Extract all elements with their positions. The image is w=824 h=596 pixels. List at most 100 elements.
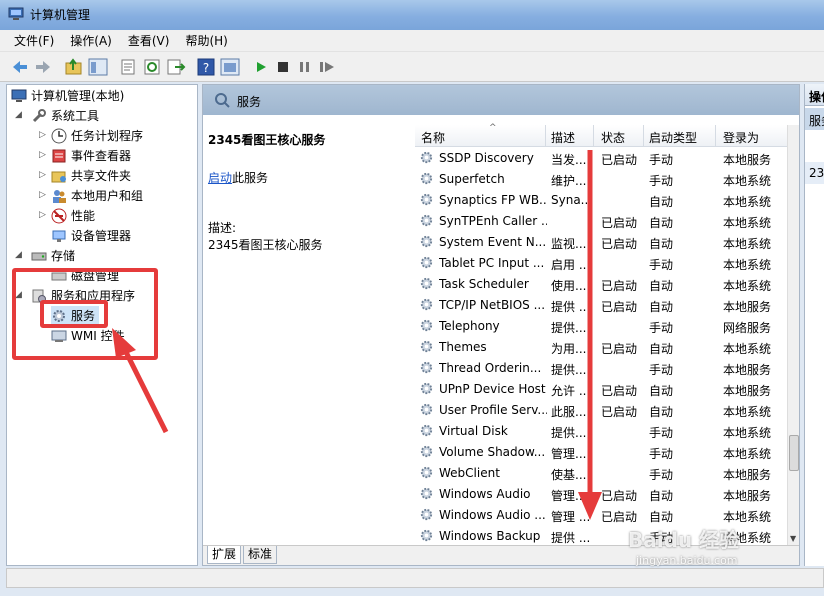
table-row[interactable]: WebClient 使基... 手动 本地服务 [415,463,787,484]
service-name: TCP/IP NetBIOS ... [439,298,546,312]
table-row[interactable]: Windows Audio ... 管理 ... 已启动 自动 本地系统 [415,505,787,526]
table-row[interactable]: TCP/IP NetBIOS ... 提供 ... 已启动 自动 本地服务 [415,295,787,316]
expand-arrow-icon[interactable]: ▷ [39,130,49,140]
menu-file[interactable]: 文件(F) [14,32,54,49]
service-status: 已启动 [601,489,638,503]
service-gear-icon [420,193,433,206]
service-description: 维护... [551,174,587,188]
table-row[interactable]: SSDP Discovery 当发... 已启动 手动 本地服务 [415,148,787,169]
service-description: 使用... [551,279,587,293]
column-status[interactable]: 状态 [601,129,625,146]
show-hide-action-pane-icon[interactable] [220,58,240,76]
status-bar [6,568,824,588]
refresh-icon[interactable] [142,58,162,76]
service-log-on-as: 本地系统 [723,237,772,251]
tab-standard[interactable]: 标准 [243,546,278,564]
table-row[interactable]: Telephony 提供... 手动 网络服务 [415,316,787,337]
service-status: 已启动 [601,216,638,230]
tree-item-task-scheduler[interactable]: 任务计划程序 [51,126,143,145]
forward-icon[interactable] [33,58,53,76]
table-row[interactable]: Thread Orderin... 提供... 手动 本地服务 [415,358,787,379]
service-gear-icon [420,424,433,437]
service-gear-icon [420,445,433,458]
expand-arrow-icon[interactable]: ▷ [39,150,49,160]
tree-item-storage[interactable]: 存储 [31,246,75,265]
vertical-scrollbar[interactable]: ▼ [787,125,799,545]
column-startup-type[interactable]: 启动类型 [649,129,697,146]
table-row[interactable]: Windows Audio 管理... 已启动 自动 本地服务 [415,484,787,505]
tree-item-event-viewer[interactable]: 事件查看器 [51,146,131,165]
service-name: Themes [439,340,487,354]
service-log-on-as: 本地系统 [723,510,772,524]
tree-root[interactable]: 计算机管理(本地) [11,86,124,105]
service-gear-icon [420,214,433,227]
properties-icon[interactable] [118,58,138,76]
expand-arrow-icon[interactable]: ▷ [39,170,49,180]
menu-action[interactable]: 操作(A) [70,32,112,49]
service-description: 监视... [551,237,587,251]
table-row[interactable]: Superfetch 维护... 手动 本地系统 [415,169,787,190]
table-row[interactable]: Virtual Disk 提供... 手动 本地系统 [415,421,787,442]
start-service-icon[interactable] [251,58,271,76]
table-row[interactable]: UPnP Device Host 允许 ... 已启动 自动 本地服务 [415,379,787,400]
table-row[interactable]: System Event N... 监视... 已启动 自动 本地系统 [415,232,787,253]
table-row[interactable]: Synaptics FP WB... Syna... 自动 本地系统 [415,190,787,211]
tree-item-system-tools[interactable]: 系统工具 [31,106,99,125]
table-row[interactable]: SynTPEnh Caller ... 已启动 自动 本地系统 [415,211,787,232]
clock-icon [51,128,67,143]
service-startup-type: 自动 [649,489,674,503]
service-startup-type: 手动 [649,447,674,461]
actions-item-services[interactable]: 服务 [805,108,824,130]
export-list-icon[interactable] [166,58,186,76]
help-icon[interactable]: ? [196,58,216,76]
pane-title: 服务 [237,95,262,109]
service-startup-type: 自动 [649,405,674,419]
pause-service-icon[interactable] [295,58,315,76]
table-row[interactable]: Themes 为用... 已启动 自动 本地系统 [415,337,787,358]
service-status: 已启动 [601,279,638,293]
start-service-link[interactable]: 启动 [208,171,232,185]
scroll-down-icon[interactable]: ▼ [790,534,796,543]
tree-item-performance[interactable]: 性能 [51,206,95,225]
search-gear-icon [215,93,230,108]
computer-management-icon [11,89,27,102]
stop-service-icon[interactable] [273,58,293,76]
service-name: Superfetch [439,172,505,186]
service-log-on-as: 网络服务 [723,321,772,335]
service-name: SynTPEnh Caller ... [439,214,547,228]
service-name: Task Scheduler [439,277,529,291]
menu-help[interactable]: 帮助(H) [185,32,227,49]
column-description[interactable]: 描述 [551,129,575,146]
service-startup-type: 自动 [649,279,674,293]
tree-item-shared-folders[interactable]: 共享文件夹 [51,166,131,185]
tree-item-device-manager[interactable]: 设备管理器 [51,226,131,245]
table-row[interactable]: Tablet PC Input ... 启用 ... 手动 本地系统 [415,253,787,274]
service-gear-icon [420,382,433,395]
collapse-arrow-icon[interactable]: ◢ [15,250,25,260]
expand-arrow-icon[interactable]: ▷ [39,210,49,220]
computer-management-icon [8,7,24,20]
table-row[interactable]: Volume Shadow... 管理... 手动 本地系统 [415,442,787,463]
service-startup-type: 手动 [649,363,674,377]
expand-arrow-icon[interactable]: ▷ [39,190,49,200]
scrollbar-thumb[interactable] [789,435,799,471]
column-log-on-as[interactable]: 登录为 [723,129,759,146]
service-log-on-as: 本地服务 [723,489,772,503]
service-gear-icon [420,508,433,521]
up-folder-icon[interactable] [64,58,84,76]
table-row[interactable]: Task Scheduler 使用... 已启动 自动 本地系统 [415,274,787,295]
tab-extended[interactable]: 扩展 [207,546,242,564]
restart-service-icon[interactable] [317,58,337,76]
menu-view[interactable]: 查看(V) [128,32,170,49]
service-gear-icon [420,319,433,332]
back-icon[interactable] [10,58,30,76]
show-hide-tree-icon[interactable] [88,58,108,76]
collapse-arrow-icon[interactable]: ◢ [15,110,25,120]
column-name[interactable]: 名称 [421,129,445,146]
service-name: Synaptics FP WB... [439,193,547,207]
table-row[interactable]: User Profile Serv... 此服... 已启动 自动 本地系统 [415,400,787,421]
actions-item-selected[interactable]: 23 [805,162,824,184]
service-log-on-as: 本地系统 [723,405,772,419]
tree-item-local-users-groups[interactable]: 本地用户和组 [51,186,143,205]
service-description: 启用 ... [551,258,591,272]
